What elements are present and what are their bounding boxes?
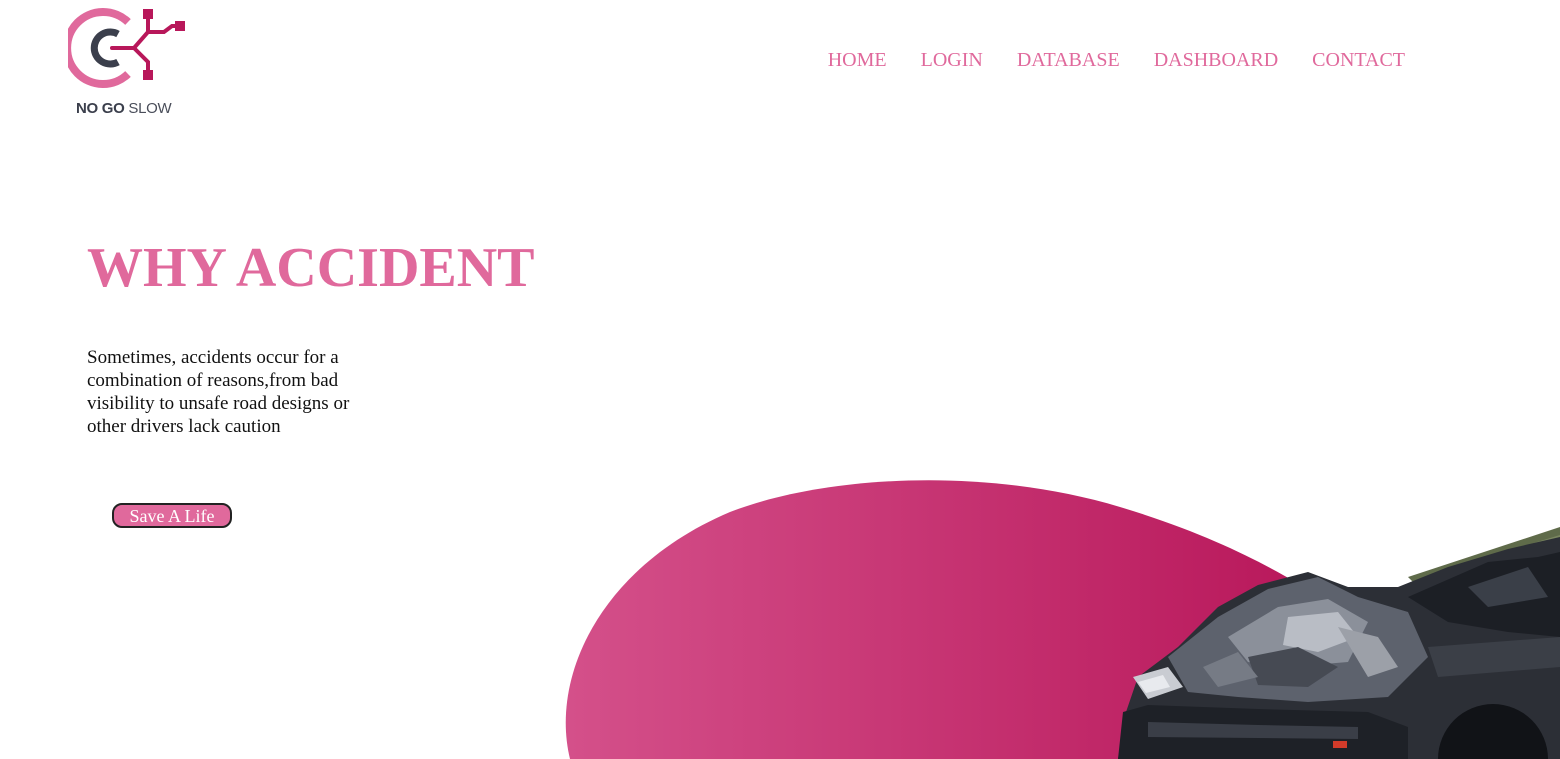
brand-logo[interactable]: NO GO SLOW [68, 4, 188, 117]
nav-dashboard[interactable]: DASHBOARD [1154, 49, 1278, 72]
nav-contact[interactable]: CONTACT [1312, 49, 1405, 72]
nav-home[interactable]: HOME [828, 49, 887, 72]
nav-login[interactable]: LOGIN [921, 49, 983, 72]
logo-text-bold: NO GO [76, 100, 125, 117]
nav-database[interactable]: DATABASE [1017, 49, 1120, 72]
hero-description: Sometimes, accidents occur for a combina… [87, 347, 350, 437]
hero-title: WHY ACCIDENT [87, 237, 535, 299]
logo-text: NO GO SLOW [76, 100, 172, 117]
logo-text-light: SLOW [128, 100, 172, 117]
main-nav: HOME LOGIN DATABASE DASHBOARD CONTACT [828, 49, 1405, 72]
logo-mark-icon [68, 8, 185, 88]
wrecked-car-image [1118, 527, 1560, 759]
save-a-life-button[interactable]: Save A Life [112, 503, 232, 528]
